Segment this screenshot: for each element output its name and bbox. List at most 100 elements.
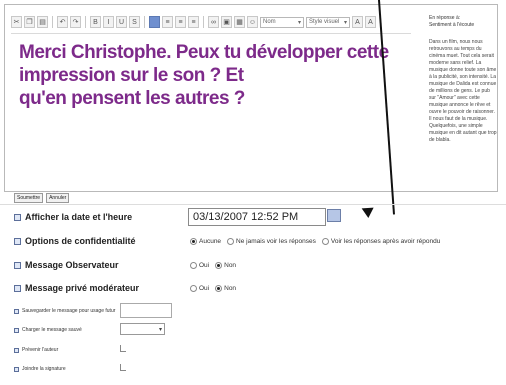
moderator-label-text: Message privé modérateur — [25, 283, 140, 293]
justify-icon[interactable]: ≡ — [188, 16, 199, 28]
table-icon[interactable]: ▦ — [234, 16, 245, 28]
observer-label: Message Observateur — [14, 260, 119, 270]
divider — [0, 204, 506, 205]
radio-button[interactable] — [321, 238, 329, 245]
signature-row: Joindre la signature — [14, 366, 66, 372]
date-input[interactable]: 03/13/2007 12:52 PM — [188, 208, 326, 226]
editor-text-line: Merci Christophe. Peux tu développer cet… — [19, 42, 389, 86]
privacy-option[interactable]: Voir les réponses après avoir répondu — [321, 238, 441, 245]
italic-icon[interactable]: I — [103, 16, 114, 28]
calendar-icon[interactable] — [327, 209, 341, 222]
moderator-options: Oui Non — [190, 285, 236, 292]
privacy-option[interactable]: Ne jamais voir les réponses — [227, 238, 316, 245]
message-editor[interactable]: Merci Christophe. Peux tu développer cet… — [19, 41, 411, 131]
radio-button[interactable] — [190, 285, 197, 292]
copy-icon[interactable]: ❐ — [24, 16, 35, 28]
option-icon — [14, 347, 19, 353]
toolbar-separator — [52, 16, 53, 28]
observer-row: Message Observateur — [14, 260, 119, 270]
option-icon — [14, 284, 21, 292]
smiley-icon[interactable]: ☺ — [247, 16, 258, 28]
privacy-option[interactable]: Aucune — [190, 238, 221, 245]
load-label-text: Charger le message sauvé — [22, 327, 82, 333]
option-icon — [14, 237, 21, 245]
reply-context-title: En réponse à: Sentiment à l'écoute — [429, 15, 497, 29]
reply-context-heading: En réponse à: — [429, 15, 461, 21]
moderator-label: Message privé modérateur — [14, 283, 139, 293]
option-icon — [14, 327, 19, 333]
radio-button[interactable] — [190, 238, 197, 245]
load-label: Charger le message sauvé — [14, 327, 82, 333]
option-icon — [14, 366, 19, 372]
text-color-icon[interactable]: A — [352, 16, 363, 28]
submit-button[interactable]: Soumettre — [14, 193, 44, 203]
cut-icon[interactable]: ✂ — [11, 16, 22, 28]
privacy-options: Aucune Ne jamais voir les réponses Voir … — [190, 238, 440, 245]
option-icon — [14, 261, 21, 269]
date-label: Afficher la date et l'heure — [14, 212, 132, 222]
signature-label: Joindre la signature — [14, 366, 66, 372]
moderator-option-no[interactable]: Non — [215, 285, 236, 292]
chevron-down-icon: ▾ — [158, 326, 162, 333]
observer-label-text: Message Observateur — [25, 260, 119, 270]
observer-option-no[interactable]: Non — [215, 262, 236, 269]
radio-button[interactable] — [215, 262, 223, 269]
notify-author-label: Prévenir l'auteur — [14, 347, 58, 353]
align-right-icon[interactable]: ≡ — [175, 16, 186, 28]
bold-icon[interactable]: B — [90, 16, 101, 28]
paste-icon[interactable]: ▤ — [37, 16, 48, 28]
save-name-input[interactable] — [120, 303, 172, 318]
font-select[interactable]: Nom ▾ — [260, 16, 304, 28]
privacy-option-label: Ne jamais voir les réponses — [236, 238, 316, 245]
observer-option-label: Oui — [199, 262, 210, 269]
strikethrough-icon[interactable]: S — [129, 16, 140, 28]
reply-context-panel: En réponse à: Sentiment à l'écoute Dans … — [429, 15, 497, 144]
align-center-icon[interactable]: ≡ — [162, 16, 173, 28]
privacy-option-label: Aucune — [199, 238, 222, 245]
toolbar-separator — [85, 16, 86, 28]
notify-author-checkbox[interactable] — [120, 345, 126, 352]
date-row: Afficher la date et l'heure — [14, 212, 132, 222]
observer-option-yes[interactable]: Oui — [190, 262, 209, 269]
reply-context-subject: Sentiment à l'écoute — [429, 22, 475, 28]
observer-options: Oui Non — [190, 262, 236, 269]
privacy-label-text: Options de confidentialité — [25, 236, 136, 246]
radio-button[interactable] — [215, 285, 223, 292]
load-row: Charger le message sauvé — [14, 327, 82, 333]
underline-icon[interactable]: U — [116, 16, 127, 28]
load-message-select[interactable]: ▾ — [120, 323, 165, 335]
style-select[interactable]: Style visuel ▾ — [306, 16, 350, 28]
toolbar-separator — [144, 16, 145, 28]
message-editor-frame: ✂ ❐ ▤ ↶ ↷ B I U S ≡ ≡ ≡ ∞ ▣ ▦ ☺ Nom ▾ Sty… — [4, 4, 498, 192]
align-left-icon[interactable] — [149, 16, 160, 28]
observer-option-label: Non — [224, 262, 237, 269]
privacy-option-label: Voir les réponses après avoir répondu — [330, 238, 441, 245]
signature-checkbox[interactable] — [120, 364, 126, 371]
save-label-text: Sauvegarder le message pour usage futur — [22, 308, 116, 314]
undo-icon[interactable]: ↶ — [57, 16, 68, 28]
privacy-label: Options de confidentialité — [14, 236, 136, 246]
editor-text-line: qu'en pensent les autres ? — [19, 88, 245, 109]
redo-icon[interactable]: ↷ — [70, 16, 81, 28]
chevron-down-icon: ▾ — [343, 19, 347, 26]
signature-label-text: Joindre la signature — [22, 366, 66, 372]
editor-toolbar: ✂ ❐ ▤ ↶ ↷ B I U S ≡ ≡ ≡ ∞ ▣ ▦ ☺ Nom ▾ Sty… — [11, 11, 411, 34]
save-label: Sauvegarder le message pour usage futur — [14, 308, 115, 314]
radio-button[interactable] — [190, 262, 197, 269]
notify-author-label-text: Prévenir l'auteur — [22, 347, 59, 353]
chevron-down-icon: ▾ — [297, 19, 301, 26]
notify-author-row: Prévenir l'auteur — [14, 347, 58, 353]
toolbar-separator — [203, 16, 204, 28]
highlight-icon[interactable]: A — [365, 16, 376, 28]
moderator-row: Message privé modérateur — [14, 283, 139, 293]
annotation-arrow-head — [361, 207, 375, 219]
moderator-option-label: Oui — [199, 285, 210, 292]
radio-button[interactable] — [227, 238, 235, 245]
cancel-button[interactable]: Annuler — [46, 193, 70, 203]
option-icon — [14, 213, 21, 221]
date-input-value: 03/13/2007 12:52 PM — [193, 211, 299, 223]
moderator-option-yes[interactable]: Oui — [190, 285, 209, 292]
link-icon[interactable]: ∞ — [208, 16, 219, 28]
option-icon — [14, 308, 19, 314]
image-icon[interactable]: ▣ — [221, 16, 232, 28]
